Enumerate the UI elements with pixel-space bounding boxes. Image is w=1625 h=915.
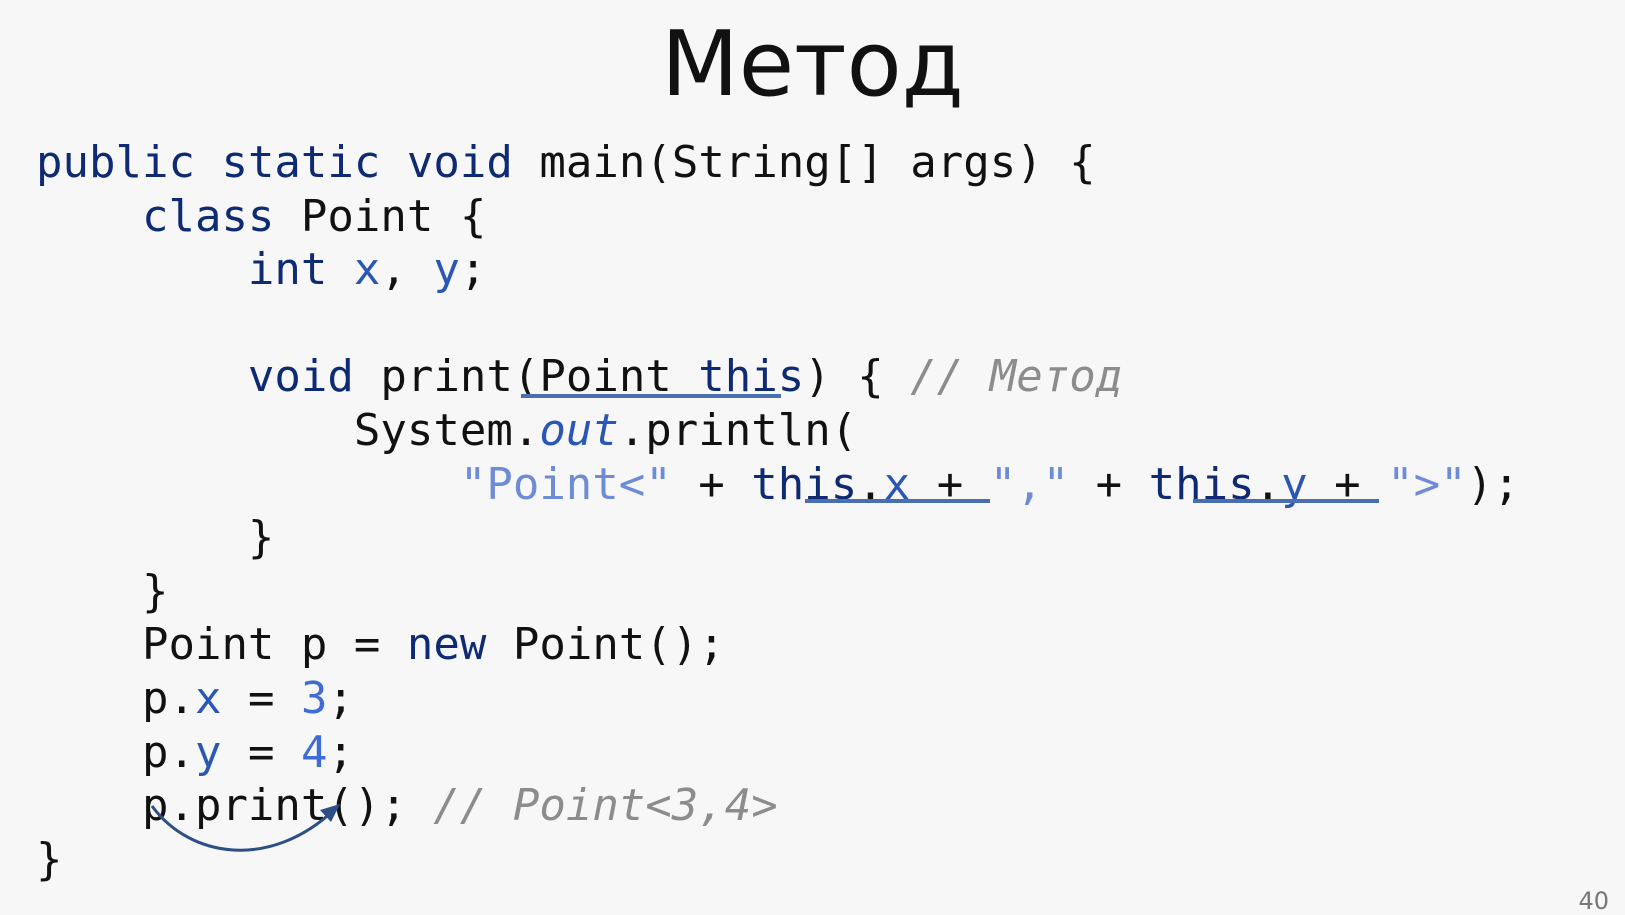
page-number: 40	[1578, 887, 1609, 915]
call-arrow-icon	[150, 804, 340, 852]
slide: Метод public static void main(String[] a…	[0, 0, 1625, 915]
